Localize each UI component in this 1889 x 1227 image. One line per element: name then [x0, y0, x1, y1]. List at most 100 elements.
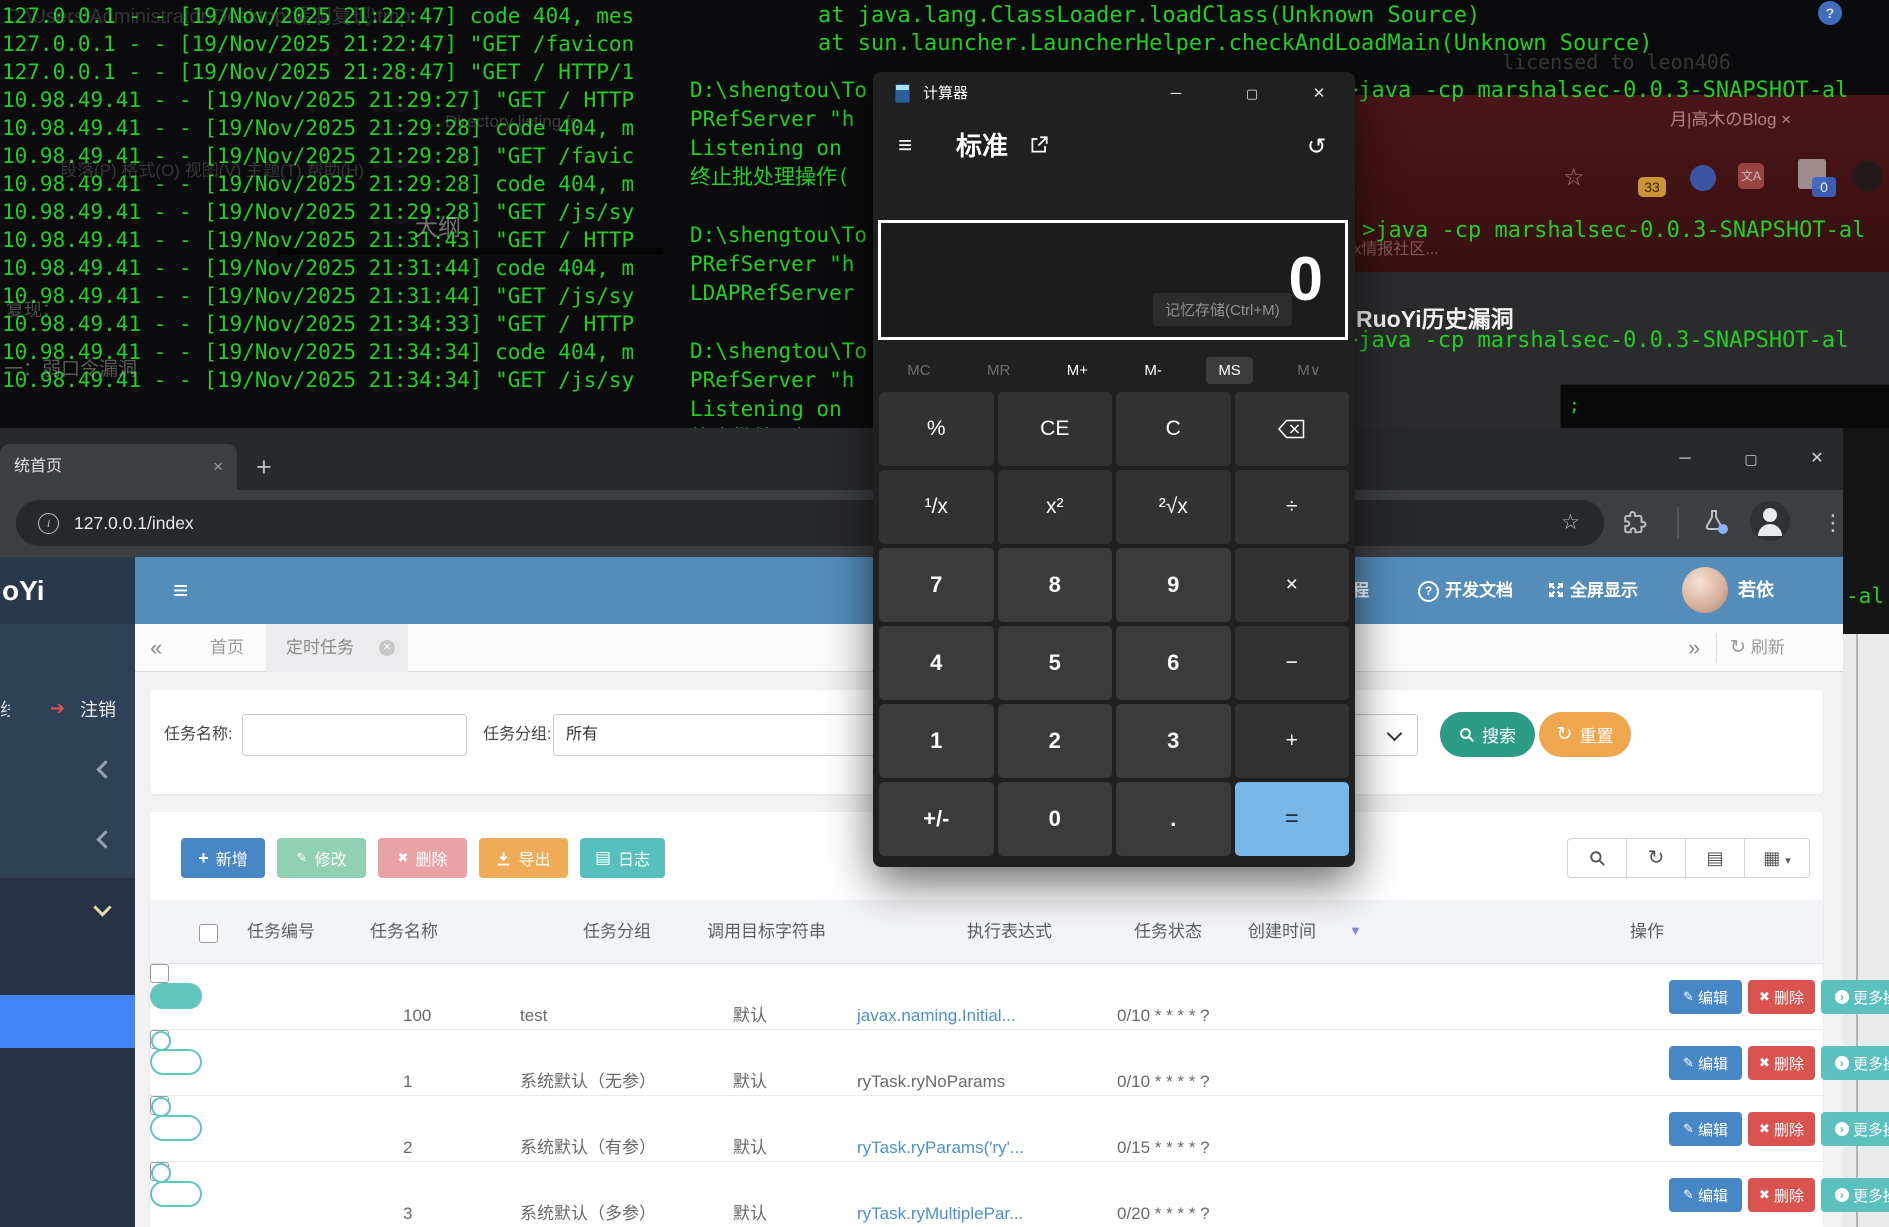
- export-button[interactable]: 导出: [479, 838, 568, 878]
- table-columns-button[interactable]: ▦ ▾: [1744, 838, 1810, 878]
- row-edit-button[interactable]: ✎ 编辑: [1669, 980, 1742, 1014]
- tabs-scroll-left-icon[interactable]: «: [150, 624, 162, 672]
- calc-key-−[interactable]: −: [1234, 626, 1349, 700]
- nav-item-docs[interactable]: ? 开发文档: [1418, 557, 1513, 624]
- user-avatar[interactable]: [1682, 567, 1728, 613]
- row-more-button[interactable]: ›更多操作: [1821, 1112, 1889, 1146]
- reset-button[interactable]: ↻ 重置: [1539, 712, 1631, 757]
- row-more-button[interactable]: ›更多操作: [1821, 1178, 1889, 1212]
- extensions-puzzle-icon[interactable]: [1622, 510, 1648, 541]
- job-name-input[interactable]: [242, 714, 467, 756]
- memory-key-MC[interactable]: MC: [895, 357, 942, 384]
- address-bar[interactable]: i 127.0.0.1/index ☆: [16, 500, 1604, 546]
- calc-key-5[interactable]: 5: [997, 626, 1112, 700]
- row-edit-button[interactable]: ✎ 编辑: [1669, 1178, 1742, 1212]
- table-search-button[interactable]: [1567, 838, 1627, 878]
- table-refresh-button[interactable]: ↻: [1626, 838, 1686, 878]
- edit-button[interactable]: ✎ 修改: [277, 838, 366, 878]
- keep-on-top-icon[interactable]: [1028, 134, 1050, 161]
- add-button[interactable]: + 新增: [181, 838, 265, 878]
- menu-collapse-chevron[interactable]: [96, 830, 115, 849]
- tab-home[interactable]: 首页: [210, 624, 244, 672]
- tab-scheduled-jobs[interactable]: 定时任务 ✕: [266, 624, 408, 672]
- select-all-checkbox[interactable]: [199, 924, 218, 943]
- delete-button[interactable]: ✖ 删除: [378, 838, 467, 878]
- col-target[interactable]: 调用目标字符串: [707, 900, 826, 964]
- sort-desc-icon[interactable]: ▼: [1349, 923, 1362, 938]
- calc-key-+/-[interactable]: +/-: [879, 782, 994, 856]
- table-detail-button[interactable]: ▤: [1685, 838, 1745, 878]
- sidebar-toggle-icon[interactable]: ≡: [173, 557, 188, 624]
- calc-key-2[interactable]: 2: [997, 704, 1112, 778]
- bookmark-star-icon[interactable]: ☆: [1561, 500, 1580, 546]
- calc-key-×[interactable]: ×: [1234, 548, 1349, 622]
- memory-key-M∨[interactable]: M∨: [1285, 356, 1332, 384]
- browser-close-button[interactable]: ✕: [1794, 436, 1840, 482]
- memory-key-MS[interactable]: MS: [1206, 356, 1253, 384]
- row-more-button[interactable]: ›更多操作: [1821, 1046, 1889, 1080]
- site-info-icon[interactable]: i: [38, 513, 59, 534]
- profile-avatar[interactable]: [1750, 501, 1790, 541]
- row-delete-button[interactable]: ✖ 删除: [1748, 1046, 1815, 1080]
- calculator-titlebar[interactable]: 计算器 ─ ▢ ✕: [873, 72, 1355, 116]
- job-target-link[interactable]: ryTask.ryMultiplePar...: [857, 1181, 1023, 1227]
- calc-key-=[interactable]: =: [1234, 782, 1349, 856]
- calc-menu-icon[interactable]: ≡: [898, 124, 912, 168]
- col-created[interactable]: 创建时间: [1248, 900, 1316, 964]
- row-delete-button[interactable]: ✖ 删除: [1748, 980, 1815, 1014]
- col-cron[interactable]: 执行表达式: [967, 900, 1052, 964]
- calc-key-⌫[interactable]: [1234, 392, 1349, 466]
- job-status-toggle[interactable]: [150, 1163, 202, 1207]
- calc-key-8[interactable]: 8: [997, 548, 1112, 622]
- log-button[interactable]: ▤ 日志: [580, 838, 665, 878]
- calc-key-x²[interactable]: x²: [997, 470, 1112, 544]
- tabs-scroll-right-icon[interactable]: »: [1688, 624, 1700, 672]
- calc-key-¹/x[interactable]: ¹/x: [879, 470, 994, 544]
- browser-maximize-button[interactable]: ▢: [1728, 436, 1774, 482]
- memory-key-M-[interactable]: M-: [1132, 357, 1174, 384]
- calc-key-%[interactable]: %: [879, 392, 994, 466]
- logout-item[interactable]: 线 ➔ 注销: [0, 693, 135, 727]
- col-job-name[interactable]: 任务名称: [370, 900, 438, 964]
- nav-item-fullscreen[interactable]: 全屏显示: [1548, 557, 1638, 624]
- row-delete-button[interactable]: ✖ 删除: [1748, 1112, 1815, 1146]
- tab-close-icon[interactable]: ×: [213, 444, 223, 490]
- calc-close-button[interactable]: ✕: [1296, 72, 1342, 116]
- row-checkbox[interactable]: [150, 964, 169, 983]
- search-button[interactable]: 搜索: [1440, 712, 1535, 757]
- calc-key-÷[interactable]: ÷: [1234, 470, 1349, 544]
- new-tab-button[interactable]: +: [256, 452, 272, 482]
- row-delete-button[interactable]: ✖ 删除: [1748, 1178, 1815, 1212]
- browser-minimize-button[interactable]: ─: [1662, 436, 1708, 482]
- job-status-toggle[interactable]: [150, 1097, 202, 1141]
- calc-key-+[interactable]: +: [1234, 704, 1349, 778]
- job-status-toggle[interactable]: [150, 1031, 202, 1075]
- calc-key-9[interactable]: 9: [1116, 548, 1231, 622]
- calc-key-CE[interactable]: CE: [997, 392, 1112, 466]
- job-status-toggle[interactable]: [150, 965, 1821, 1009]
- calc-maximize-button[interactable]: ▢: [1229, 72, 1275, 116]
- col-job-id[interactable]: 任务编号: [247, 900, 315, 964]
- menu-collapse-chevron[interactable]: [96, 760, 115, 779]
- user-name[interactable]: 若依: [1738, 557, 1774, 624]
- col-status[interactable]: 任务状态: [1134, 900, 1202, 964]
- memory-key-M+[interactable]: M+: [1055, 357, 1100, 384]
- experiment-flask-icon[interactable]: [1702, 508, 1728, 537]
- calc-key-3[interactable]: 3: [1116, 704, 1231, 778]
- calc-key-7[interactable]: 7: [879, 548, 994, 622]
- page-refresh-button[interactable]: ↻ 刷新: [1730, 624, 1785, 672]
- calc-key-4[interactable]: 4: [879, 626, 994, 700]
- col-job-group[interactable]: 任务分组: [583, 900, 651, 964]
- tab-close-icon[interactable]: ✕: [379, 640, 395, 656]
- calc-key-C[interactable]: C: [1116, 392, 1231, 466]
- calc-key-²√x[interactable]: ²√x: [1116, 470, 1231, 544]
- memory-key-MR[interactable]: MR: [975, 357, 1022, 384]
- calc-key-1[interactable]: 1: [879, 704, 994, 778]
- calc-key-6[interactable]: 6: [1116, 626, 1231, 700]
- browser-menu-dots-icon[interactable]: ⋮: [1822, 500, 1844, 546]
- row-edit-button[interactable]: ✎ 编辑: [1669, 1112, 1742, 1146]
- url-text[interactable]: 127.0.0.1/index: [74, 500, 194, 546]
- row-more-button[interactable]: ›更多操作: [1821, 980, 1889, 1014]
- browser-tab[interactable]: 统首页 ×: [0, 444, 237, 490]
- row-edit-button[interactable]: ✎ 编辑: [1669, 1046, 1742, 1080]
